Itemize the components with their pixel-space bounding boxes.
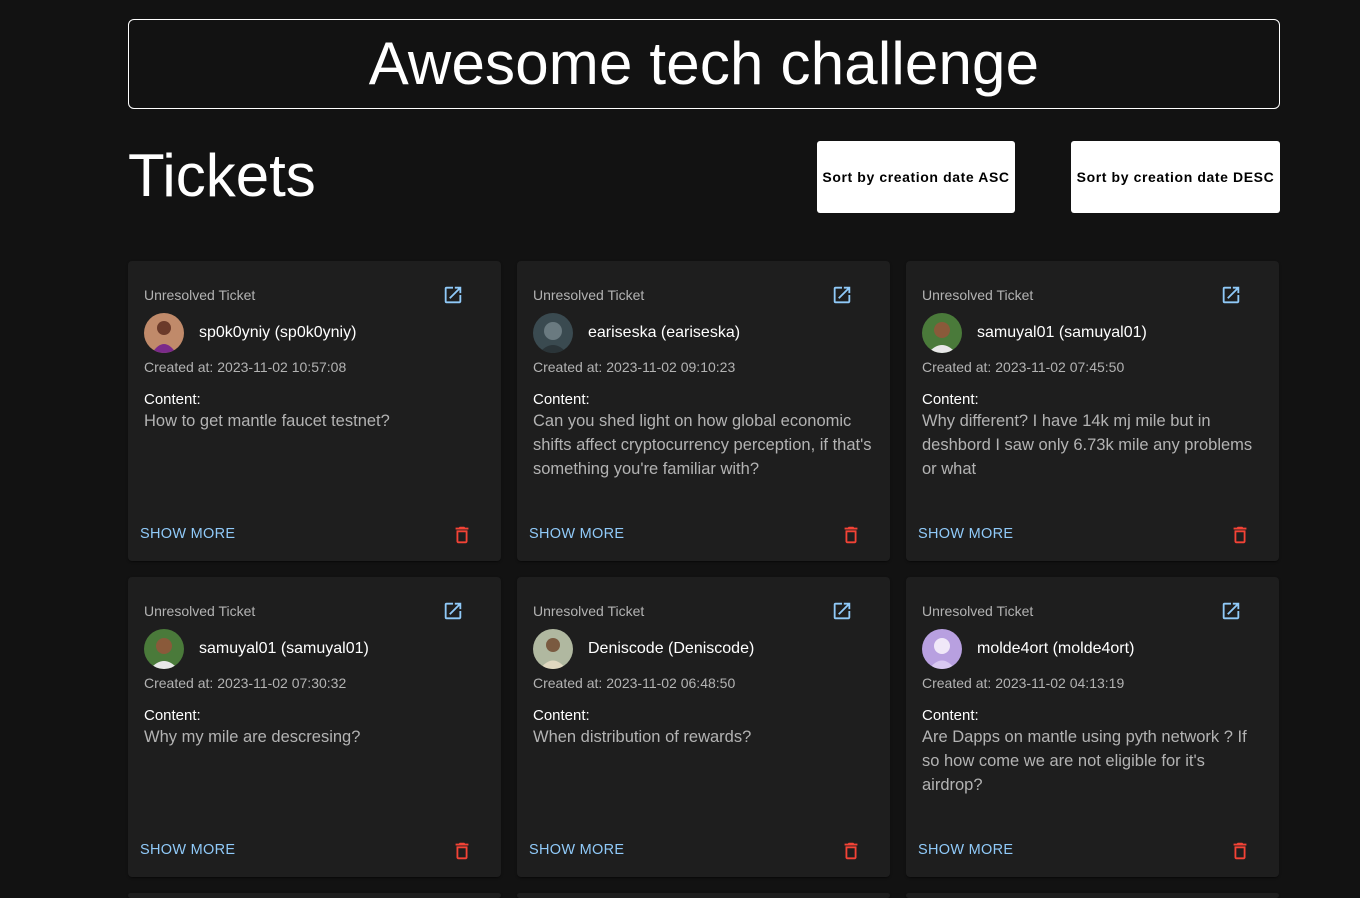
created-at-label: Created at: xyxy=(922,359,992,375)
show-more-button[interactable]: SHOW MORE xyxy=(918,526,1013,542)
ticket-card: Unresolved Ticket Deniscode (Deniscode) … xyxy=(517,577,890,877)
ticket-content: How to get mantle faucet testnet? xyxy=(144,412,390,430)
sort-desc-button[interactable]: Sort by creation date DESC xyxy=(1071,141,1280,213)
delete-icon[interactable] xyxy=(840,840,862,862)
ticket-card: Unresolved Ticket samuyal01 (samuyal01) … xyxy=(128,577,501,877)
created-at: Created at: 2023-11-02 07:30:32 xyxy=(144,675,346,691)
created-at-label: Created at: xyxy=(922,675,992,691)
ticket-status: Unresolved Ticket xyxy=(533,603,645,619)
ticket-card-partial xyxy=(517,893,890,898)
created-at-value: 2023-11-02 07:30:32 xyxy=(217,675,347,691)
ticket-content: Why different? I have 14k mj mile but in… xyxy=(922,412,1253,478)
created-at-label: Created at: xyxy=(144,675,214,691)
created-at: Created at: 2023-11-02 09:10:23 xyxy=(533,359,735,375)
ticket-card: Unresolved Ticket sp0k0yniy (sp0k0yniy) … xyxy=(128,261,501,561)
show-more-button[interactable]: SHOW MORE xyxy=(918,842,1013,858)
page-title: Tickets xyxy=(128,142,316,209)
ticket-author: molde4ort (molde4ort) xyxy=(977,640,1135,657)
created-at: Created at: 2023-11-02 04:13:19 xyxy=(922,675,1124,691)
ticket-content: When distribution of rewards? xyxy=(533,728,752,746)
created-at-value: 2023-11-02 04:13:19 xyxy=(995,675,1125,691)
avatar xyxy=(922,313,962,353)
created-at-value: 2023-11-02 10:57:08 xyxy=(217,359,347,375)
created-at-label: Created at: xyxy=(533,675,603,691)
content-label: Content: xyxy=(533,707,590,724)
app-header: Awesome tech challenge xyxy=(128,19,1280,109)
created-at-value: 2023-11-02 07:45:50 xyxy=(995,359,1125,375)
created-at: Created at: 2023-11-02 06:48:50 xyxy=(533,675,735,691)
avatar xyxy=(144,313,184,353)
ticket-content: Are Dapps on mantle using pyth network ?… xyxy=(922,728,1247,794)
show-more-button[interactable]: SHOW MORE xyxy=(140,526,235,542)
ticket-status: Unresolved Ticket xyxy=(144,603,256,619)
open-in-new-icon[interactable] xyxy=(442,600,464,622)
ticket-grid: Unresolved Ticket sp0k0yniy (sp0k0yniy) … xyxy=(128,261,1279,898)
ticket-content: Can you shed light on how global economi… xyxy=(533,412,872,478)
ticket-card-partial xyxy=(906,893,1279,898)
content-label: Content: xyxy=(533,391,590,408)
show-more-button[interactable]: SHOW MORE xyxy=(140,842,235,858)
ticket-author: samuyal01 (samuyal01) xyxy=(199,640,369,657)
content-label: Content: xyxy=(922,391,979,408)
created-at-value: 2023-11-02 06:48:50 xyxy=(606,675,736,691)
show-more-button[interactable]: SHOW MORE xyxy=(529,842,624,858)
page: Awesome tech challenge Tickets Sort by c… xyxy=(0,0,1360,898)
ticket-card-partial xyxy=(128,893,501,898)
open-in-new-icon[interactable] xyxy=(1220,284,1242,306)
avatar xyxy=(144,629,184,669)
ticket-author: sp0k0yniy (sp0k0yniy) xyxy=(199,324,357,341)
created-at: Created at: 2023-11-02 07:45:50 xyxy=(922,359,1124,375)
open-in-new-icon[interactable] xyxy=(831,284,853,306)
content-label: Content: xyxy=(922,707,979,724)
ticket-status: Unresolved Ticket xyxy=(922,603,1034,619)
open-in-new-icon[interactable] xyxy=(1220,600,1242,622)
content-label: Content: xyxy=(144,391,201,408)
ticket-author: Deniscode (Deniscode) xyxy=(588,640,755,657)
ticket-author: eariseska (eariseska) xyxy=(588,324,741,341)
app-title: Awesome tech challenge xyxy=(368,30,1040,97)
content-label: Content: xyxy=(144,707,201,724)
ticket-card: Unresolved Ticket molde4ort (molde4ort) … xyxy=(906,577,1279,877)
delete-icon[interactable] xyxy=(1229,840,1251,862)
created-at-label: Created at: xyxy=(144,359,214,375)
ticket-content: Why my mile are descresing? xyxy=(144,728,361,746)
ticket-card: Unresolved Ticket samuyal01 (samuyal01) … xyxy=(906,261,1279,561)
open-in-new-icon[interactable] xyxy=(831,600,853,622)
show-more-button[interactable]: SHOW MORE xyxy=(529,526,624,542)
ticket-card: Unresolved Ticket eariseska (eariseska) … xyxy=(517,261,890,561)
delete-icon[interactable] xyxy=(1229,524,1251,546)
delete-icon[interactable] xyxy=(840,524,862,546)
delete-icon[interactable] xyxy=(451,524,473,546)
created-at: Created at: 2023-11-02 10:57:08 xyxy=(144,359,346,375)
avatar xyxy=(922,629,962,669)
created-at-label: Created at: xyxy=(533,359,603,375)
ticket-status: Unresolved Ticket xyxy=(144,287,256,303)
ticket-status: Unresolved Ticket xyxy=(533,287,645,303)
delete-icon[interactable] xyxy=(451,840,473,862)
sort-asc-button[interactable]: Sort by creation date ASC xyxy=(817,141,1015,213)
open-in-new-icon[interactable] xyxy=(442,284,464,306)
created-at-value: 2023-11-02 09:10:23 xyxy=(606,359,736,375)
ticket-author: samuyal01 (samuyal01) xyxy=(977,324,1147,341)
ticket-status: Unresolved Ticket xyxy=(922,287,1034,303)
avatar xyxy=(533,313,573,353)
avatar xyxy=(533,629,573,669)
